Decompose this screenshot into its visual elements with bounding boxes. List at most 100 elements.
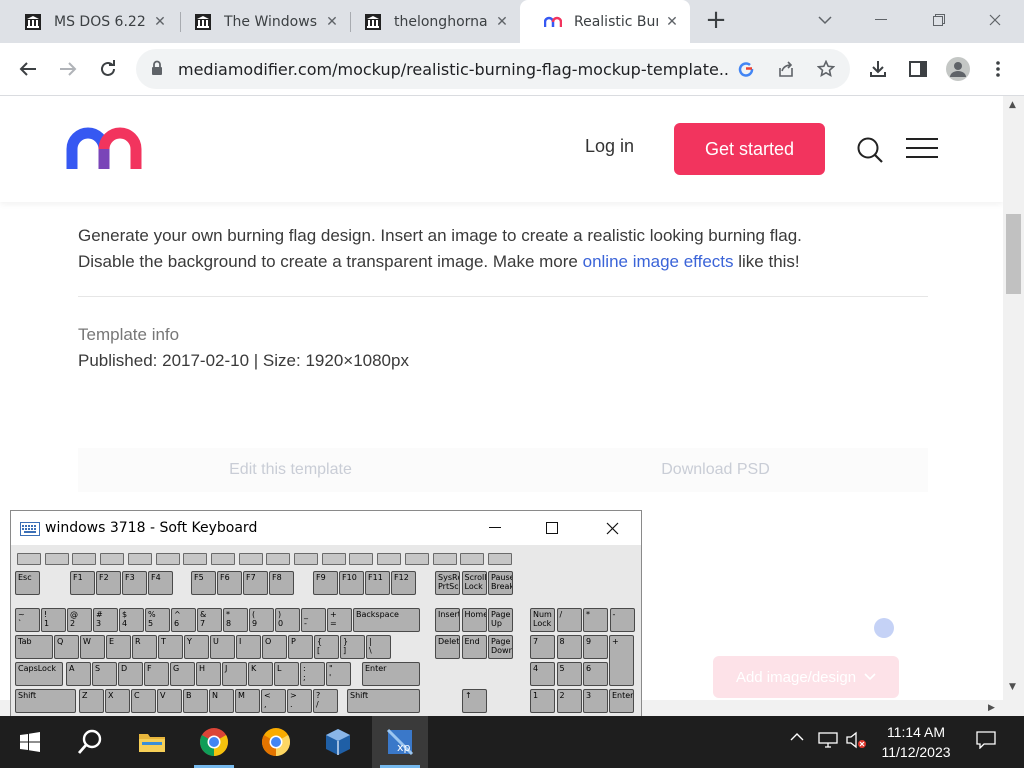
key-backspace[interactable]: Backspace bbox=[353, 608, 420, 632]
bookmark-star-icon[interactable] bbox=[816, 59, 836, 79]
key-end[interactable]: End bbox=[461, 635, 487, 659]
osk-maximize-button[interactable] bbox=[542, 518, 562, 538]
keyboard-key[interactable]: I bbox=[236, 635, 261, 659]
tab-realistic-burning[interactable]: Realistic Burn ✕ bbox=[520, 0, 690, 43]
numpad-key[interactable]: 3 bbox=[583, 689, 608, 713]
numpad-key[interactable]: 5 bbox=[556, 662, 582, 686]
keyboard-key[interactable]: : ; bbox=[300, 662, 325, 686]
keyboard-key[interactable]: U bbox=[210, 635, 235, 659]
key-f6[interactable]: F6 bbox=[217, 571, 242, 595]
minimize-button[interactable] bbox=[852, 0, 910, 40]
tab-the-windows[interactable]: The Windows ✕ bbox=[170, 0, 350, 43]
numpad-key[interactable]: / bbox=[556, 608, 582, 632]
keyboard-key[interactable]: H bbox=[196, 662, 221, 686]
keyboard-key[interactable]: X bbox=[105, 689, 130, 713]
keyboard-key[interactable]: Y bbox=[184, 635, 209, 659]
computer-key[interactable] bbox=[377, 553, 402, 565]
taskbar-chrome[interactable] bbox=[186, 716, 242, 768]
keyboard-key[interactable]: D bbox=[118, 662, 143, 686]
download-psd-button[interactable]: Download PSD bbox=[503, 448, 928, 492]
keyboard-key[interactable]: T bbox=[158, 635, 183, 659]
volume-up-key[interactable] bbox=[487, 553, 512, 565]
key-arrow-up[interactable]: ↑ bbox=[462, 689, 487, 713]
numpad-key[interactable]: 9 bbox=[583, 635, 608, 659]
tab-thelonghorn[interactable]: thelonghorna ✕ bbox=[340, 0, 520, 43]
keyboard-key[interactable]: G bbox=[170, 662, 195, 686]
key-f4[interactable]: F4 bbox=[148, 571, 173, 595]
tab-search-button[interactable] bbox=[796, 0, 854, 40]
keyboard-key[interactable]: C bbox=[131, 689, 156, 713]
numpad-enter[interactable]: Enter bbox=[609, 689, 634, 713]
key-f12[interactable]: F12 bbox=[391, 571, 416, 595]
close-icon[interactable]: ✕ bbox=[152, 14, 168, 30]
browser-key[interactable] bbox=[127, 553, 152, 565]
reload-button[interactable] bbox=[94, 55, 122, 83]
scroll-down-icon[interactable]: ▼ bbox=[1009, 682, 1016, 692]
key-f8[interactable]: F8 bbox=[269, 571, 294, 595]
keyboard-key[interactable]: { [ bbox=[314, 635, 339, 659]
play-key[interactable] bbox=[238, 553, 263, 565]
keyboard-key[interactable]: S bbox=[92, 662, 117, 686]
back-button[interactable] bbox=[14, 55, 42, 83]
numpad-key[interactable]: 4 bbox=[530, 662, 555, 686]
mediamodifier-logo[interactable] bbox=[66, 127, 152, 173]
refresh-key[interactable] bbox=[100, 553, 125, 565]
key-shift-right[interactable]: Shift bbox=[347, 689, 420, 713]
numpad-key[interactable]: - bbox=[609, 608, 635, 632]
keyboard-key[interactable]: # 3 bbox=[93, 608, 118, 632]
keyboard-key[interactable]: ( 9 bbox=[249, 608, 274, 632]
pause-key[interactable] bbox=[266, 553, 291, 565]
soft-keyboard-window[interactable]: windows 3718 - Soft Keyboard Esc F1 F2 F3 F4… bbox=[10, 510, 642, 720]
taskbar-file-explorer[interactable] bbox=[124, 716, 180, 768]
search-button[interactable] bbox=[856, 136, 884, 168]
key-esc[interactable]: Esc bbox=[15, 571, 40, 595]
soft-keyboard-titlebar[interactable]: windows 3718 - Soft Keyboard bbox=[11, 511, 641, 545]
keyboard-key[interactable]: V bbox=[157, 689, 182, 713]
keyboard-key[interactable]: E bbox=[106, 635, 131, 659]
key-f2[interactable]: F2 bbox=[96, 571, 121, 595]
address-bar[interactable]: mediamodifier.com/mockup/realistic-burni… bbox=[136, 49, 850, 89]
downloads-button[interactable] bbox=[864, 55, 892, 83]
keyboard-key[interactable]: L bbox=[274, 662, 299, 686]
scroll-up-icon[interactable]: ▲ bbox=[1009, 100, 1016, 110]
system-clock[interactable]: 11:14 AM 11/12/2023 bbox=[870, 722, 962, 762]
numpad-key[interactable]: Num Lock bbox=[530, 608, 555, 632]
profile-button[interactable] bbox=[944, 55, 972, 83]
lock-key[interactable] bbox=[349, 553, 374, 565]
tab-ms-dos[interactable]: MS DOS 6.22 ✕ bbox=[0, 0, 178, 43]
scroll-right-icon[interactable]: ▶ bbox=[988, 703, 995, 713]
keyboard-key[interactable]: ! 1 bbox=[41, 608, 66, 632]
keyboard-key[interactable]: K bbox=[248, 662, 273, 686]
taskbar-chrome-canary[interactable] bbox=[248, 716, 304, 768]
stop-key[interactable] bbox=[155, 553, 180, 565]
side-panel-button[interactable] bbox=[904, 55, 932, 83]
start-button[interactable] bbox=[2, 716, 58, 768]
key-tab[interactable]: Tab bbox=[15, 635, 53, 659]
keyboard-key[interactable]: P bbox=[288, 635, 313, 659]
key-f1[interactable]: F1 bbox=[70, 571, 95, 595]
keyboard-key[interactable]: W bbox=[80, 635, 105, 659]
key-delete[interactable]: Delete bbox=[435, 635, 460, 659]
key-prtscr[interactable]: SysRq PrtScr bbox=[435, 571, 460, 595]
add-image-button[interactable]: Add image/design bbox=[713, 656, 899, 698]
restore-button[interactable] bbox=[910, 0, 968, 40]
keyboard-key[interactable]: & 7 bbox=[197, 608, 222, 632]
key-f11[interactable]: F11 bbox=[365, 571, 390, 595]
next-track-key[interactable] bbox=[294, 553, 318, 565]
keyboard-key[interactable]: < , bbox=[261, 689, 286, 713]
keyboard-key[interactable]: > . bbox=[287, 689, 312, 713]
key-insert[interactable]: Insert bbox=[435, 608, 460, 632]
prev-track-key[interactable] bbox=[210, 553, 235, 565]
key-f3[interactable]: F3 bbox=[122, 571, 147, 595]
keyboard-key[interactable]: @ 2 bbox=[67, 608, 92, 632]
home-key[interactable] bbox=[72, 553, 97, 565]
online-image-effects-link[interactable]: online image effects bbox=[583, 252, 734, 271]
edit-template-button[interactable]: Edit this template bbox=[78, 448, 503, 492]
keyboard-key[interactable]: N bbox=[209, 689, 234, 713]
keyboard-key[interactable]: ~ ` bbox=[15, 608, 40, 632]
keyboard-key[interactable]: R bbox=[132, 635, 157, 659]
keyboard-key[interactable]: % 5 bbox=[145, 608, 170, 632]
keyboard-key[interactable]: * 8 bbox=[223, 608, 248, 632]
keyboard-key[interactable]: | \ bbox=[366, 635, 391, 659]
keyboard-key[interactable]: A bbox=[66, 662, 91, 686]
